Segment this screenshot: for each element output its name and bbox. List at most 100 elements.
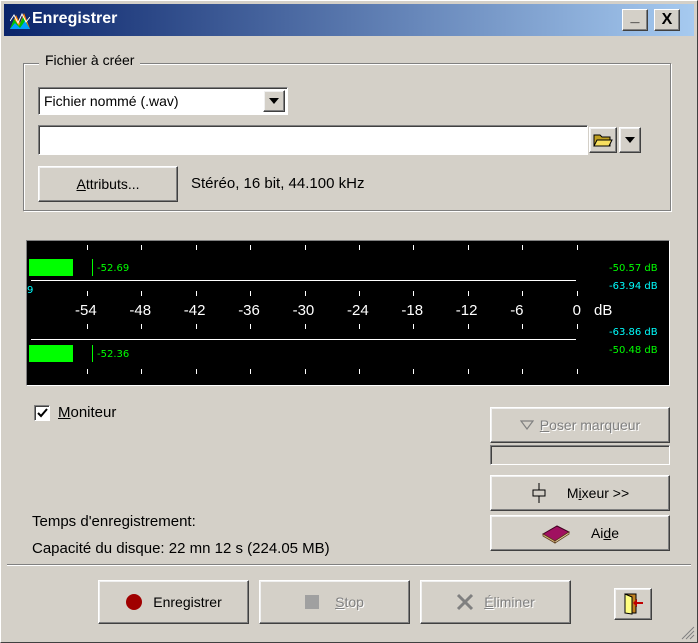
scale-tick (467, 291, 469, 296)
scale-tick (576, 291, 578, 296)
delete-x-icon (457, 593, 474, 611)
file-type-select[interactable]: Fichier nommé (.wav) (38, 87, 288, 115)
delete-accel: É (484, 594, 494, 610)
disk-capacity-label: Capacité du disque: 22 mn 12 s (224.05 M… (32, 540, 330, 557)
browse-folder-button[interactable] (589, 127, 617, 153)
record-icon (126, 594, 143, 610)
scale-tick (304, 291, 306, 296)
monitor-checkbox-box[interactable] (34, 404, 50, 421)
check-icon (36, 407, 48, 417)
scale-label: -24 (347, 302, 369, 319)
level-label-right: -52.36 (97, 349, 130, 360)
monitor-checkbox[interactable]: Moniteur (34, 404, 116, 421)
level-label-left: -52.69 (97, 263, 130, 274)
stop-icon (305, 595, 320, 609)
scale-tick (522, 245, 524, 250)
level-bar-right (29, 345, 73, 362)
scale-tick (195, 324, 197, 329)
scale-tick (195, 369, 197, 374)
scale-tick (413, 324, 415, 329)
delete-label: liminer (493, 594, 535, 610)
scale-tick (250, 245, 252, 250)
mixer-label-pre: M (566, 485, 579, 501)
scale-tick (576, 369, 578, 374)
scale-tick (250, 369, 252, 374)
scale-tick (195, 245, 197, 250)
scale-label: -6 (510, 302, 524, 319)
exit-button[interactable] (614, 588, 652, 620)
close-button[interactable]: X (654, 9, 680, 31)
scale-label: -54 (75, 302, 97, 319)
help-button[interactable]: Ai d e (490, 515, 670, 551)
peak-db-right: -50.48 dB (609, 345, 658, 356)
scale-tick (304, 324, 306, 329)
exit-door-icon (624, 593, 643, 615)
set-marker-button[interactable]: Poser marqueur (490, 407, 670, 443)
audio-format-text: Stéréo, 16 bit, 44.100 kHz (191, 175, 365, 192)
level-bar-left (29, 259, 73, 276)
scale-tick (195, 291, 197, 296)
level-meter: -52.69 -50.57 dB -63.94 dB 9 -54 -48 -42 -3… (26, 240, 670, 386)
stop-button[interactable]: Stop (259, 580, 410, 624)
scale-tick (359, 245, 360, 250)
minimize-button[interactable]: _ (622, 9, 648, 31)
scale-label: -12 (455, 302, 478, 319)
scale-tick (87, 369, 88, 374)
mixer-button[interactable]: Mi xeur >> (490, 475, 670, 511)
file-group-label: Fichier à créer (39, 52, 141, 68)
scale-tick (522, 291, 524, 296)
help-label: e (611, 525, 620, 541)
app-waveform-icon (10, 12, 30, 29)
meter-line-bottom (31, 339, 576, 340)
set-marker-label: oser marqueur (549, 417, 641, 433)
scale-tick (141, 245, 143, 250)
resize-grip-icon[interactable] (679, 624, 695, 640)
scale-tick (304, 369, 306, 374)
peak-marker-right (92, 345, 93, 362)
record-label: Enregistrer (153, 594, 222, 610)
fader-icon (532, 483, 546, 503)
stop-accel: S (335, 594, 345, 610)
meter-line-top (31, 280, 576, 281)
scale-tick (359, 291, 360, 296)
scale-tick (522, 324, 524, 329)
file-path-input[interactable] (38, 125, 588, 155)
scale-tick (576, 324, 578, 329)
scale-tick (413, 369, 415, 374)
record-button[interactable]: Enregistrer (98, 580, 249, 624)
scale-tick (87, 324, 88, 329)
help-label-pre: Ai (590, 525, 604, 541)
peak-marker-left (92, 259, 93, 276)
file-type-dropdown-button[interactable] (263, 90, 285, 112)
path-history-dropdown[interactable] (619, 127, 641, 153)
record-time-label: Temps d'enregistrement: (32, 513, 196, 530)
scale-unit: dB (594, 302, 613, 319)
scale-tick (250, 291, 252, 296)
scale-label: -48 (129, 302, 152, 319)
attributes-accel: A (76, 176, 86, 192)
monitor-label: oniteur (70, 404, 117, 421)
meter-edge-label: 9 (27, 285, 34, 296)
rms-db-left: -63.94 dB (609, 281, 658, 292)
bottom-separator (7, 564, 691, 566)
scale-tick (87, 245, 88, 250)
scale-tick (359, 324, 360, 329)
chevron-down-icon (625, 137, 635, 143)
delete-button[interactable]: Éliminer (420, 580, 571, 624)
title-bar[interactable]: Enregistrer _ X (4, 4, 694, 36)
scale-tick (522, 369, 524, 374)
scale-tick (141, 369, 143, 374)
stop-label: top (344, 594, 364, 610)
scale-tick (467, 369, 469, 374)
scale-label: -18 (401, 302, 424, 319)
scale-tick (87, 291, 88, 296)
attributes-button[interactable]: Attributs... (38, 166, 178, 202)
triangle-down-icon (519, 420, 534, 430)
scale-label: -36 (238, 302, 260, 319)
file-type-value: Fichier nommé (.wav) (44, 93, 179, 109)
record-window: Enregistrer _ X Fichier à créer Fichier … (0, 0, 698, 643)
help-accel: d (603, 525, 612, 541)
monitor-accel: M (58, 404, 71, 421)
scale-tick (359, 369, 360, 374)
close-icon: X (661, 11, 673, 28)
